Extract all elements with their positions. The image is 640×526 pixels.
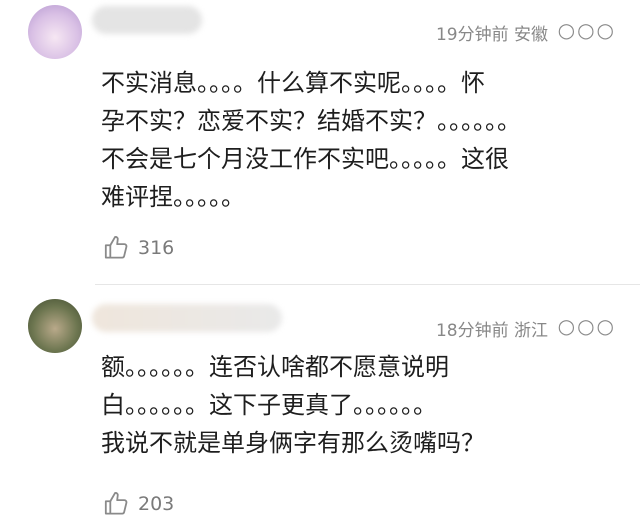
comment-line: 孕不实？恋爱不实？结婚不实？。。。。。。 (101, 107, 521, 135)
comment-text: 不实消息。。。。什么算不实呢。。。。怀 孕不实？恋爱不实？结婚不实？。。。。。。… (101, 64, 621, 216)
comment-meta: 19分钟前 安徽 (435, 25, 548, 45)
comment-line: 额。。。。。。连否认啥都不愿意说明 (101, 353, 449, 381)
thumbs-up-icon (104, 236, 128, 259)
divider (95, 284, 640, 285)
comment-card: 19分钟前 安徽 ○○○ 不实消息。。。。什么算不实呢。。。。怀 孕不实？恋爱不… (0, 0, 640, 283)
comment-line: 不实消息。。。。什么算不实呢。。。。怀 (101, 69, 485, 97)
more-options-button[interactable]: ○○○ (558, 18, 616, 42)
comment-line: 难评捏。。。。。 (101, 183, 245, 211)
blurred-username (92, 6, 202, 34)
more-options-button[interactable]: ○○○ (558, 314, 616, 338)
comment-text: 额。。。。。。连否认啥都不愿意说明 白。。。。。。这下子更真了。。。。。。 我说… (101, 348, 621, 462)
comment-line: 我说不就是单身俩字有那么烫嘴吗？ (101, 429, 485, 457)
thumbs-up-icon (104, 492, 128, 515)
comment-card: 18分钟前 浙江 ○○○ 额。。。。。。连否认啥都不愿意说明 白。。。。。。这下… (0, 286, 640, 526)
comment-line: 不会是七个月没工作不实吧。。。。。这很 (101, 145, 509, 173)
like-button[interactable]: 203 (103, 490, 174, 517)
like-count: 203 (138, 492, 175, 515)
like-button[interactable]: 316 (103, 234, 174, 261)
comment-line: 白。。。。。。这下子更真了。。。。。。 (101, 391, 437, 419)
avatar[interactable] (28, 299, 82, 353)
blurred-username (92, 304, 282, 332)
like-count: 316 (138, 236, 175, 259)
comment-meta: 18分钟前 浙江 (435, 321, 548, 341)
avatar[interactable] (28, 5, 82, 59)
